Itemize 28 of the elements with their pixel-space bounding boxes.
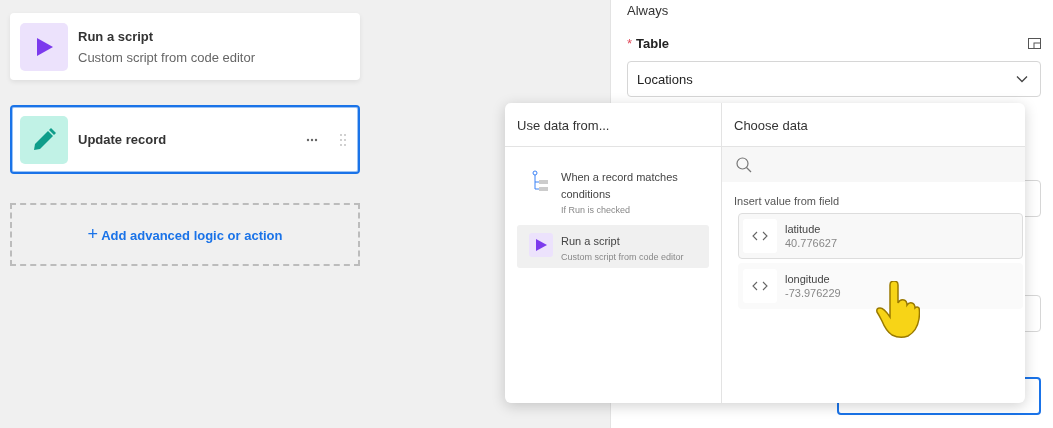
section-label: Insert value from field <box>734 195 841 207</box>
play-icon <box>20 22 68 71</box>
step-card[interactable]: Run a script Custom script from code editor <box>10 13 360 80</box>
code-icon <box>743 269 777 303</box>
step-title: Update record <box>78 132 168 147</box>
drag-handle-icon[interactable] <box>340 133 346 146</box>
table-label: Table <box>636 36 670 51</box>
source-item[interactable]: Run a script Custom script from code editor <box>517 225 709 268</box>
hand-cursor-icon <box>876 281 920 339</box>
chevron-down-icon <box>1016 75 1028 83</box>
search-field[interactable] <box>722 147 1025 182</box>
search-icon <box>736 156 752 173</box>
field-item[interactable]: longitude -73.976229 <box>738 263 1023 309</box>
play-icon <box>529 233 553 257</box>
source-item[interactable]: When a record matches conditions If Run is checked <box>517 165 709 221</box>
pencil-icon <box>20 115 68 164</box>
table-select[interactable]: Locations <box>627 61 1041 97</box>
step-card[interactable]: Update record <box>10 105 360 174</box>
step-title: Run a script <box>78 28 155 44</box>
field-item[interactable]: latitude 40.776627 <box>738 213 1023 259</box>
expand-icon[interactable] <box>1028 38 1041 49</box>
more-icon[interactable] <box>306 137 318 142</box>
code-icon <box>743 219 777 253</box>
condition-text: Always <box>627 3 670 18</box>
popup-header: Use data from... <box>505 103 721 147</box>
step-description: Custom script from code editor <box>78 49 256 65</box>
add-logic-button[interactable]: + Add advanced logic or action <box>10 203 360 266</box>
required-mark: * <box>627 36 633 51</box>
